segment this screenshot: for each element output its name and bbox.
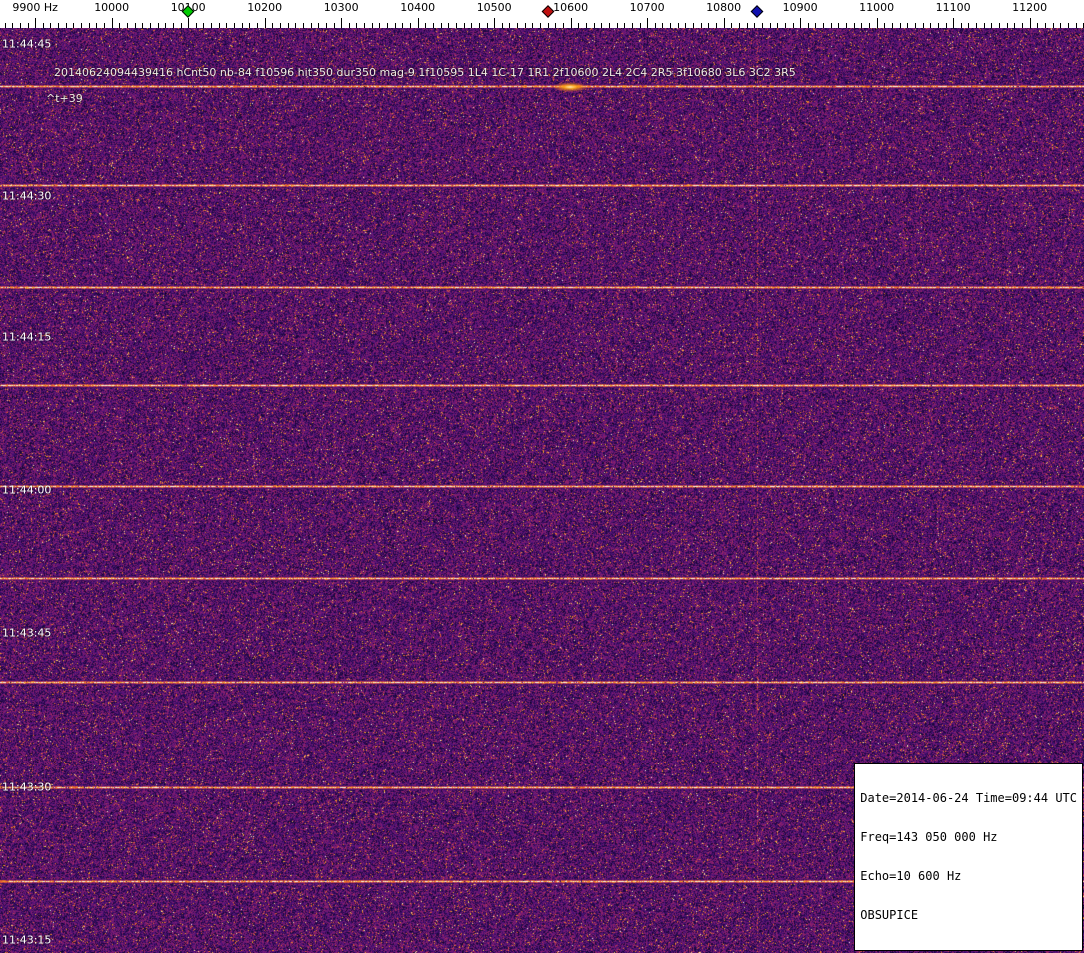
frequency-label: 10800 [706, 1, 741, 14]
ruler-tick [341, 18, 342, 28]
frequency-label: 11200 [1012, 1, 1047, 14]
time-label: 11:43:45 [2, 626, 51, 639]
ruler-tick [265, 18, 266, 28]
time-label: 11:44:30 [2, 190, 51, 203]
time-label: 11:44:15 [2, 330, 51, 343]
frequency-label: 10900 [783, 1, 818, 14]
blue-diamond-marker [750, 5, 763, 18]
spectrogram-app-window: 9900 Hz100001010010200103001040010500106… [0, 0, 1084, 953]
info-box: Date=2014-06-24 Time=09:44 UTC Freq=143 … [854, 763, 1083, 951]
ruler-tick [724, 18, 725, 28]
frequency-label: 10400 [400, 1, 435, 14]
frequency-label: 10700 [630, 1, 665, 14]
event-annotation: 20140624094439416 hCnt50 nb-84 f10596 hi… [54, 66, 796, 79]
info-line-echo: Echo=10 600 Hz [860, 870, 1077, 883]
ruler-tick [953, 18, 954, 28]
info-line-station: OBSUPICE [860, 909, 1077, 922]
ruler-tick [188, 18, 189, 28]
time-label: 11:43:30 [2, 781, 51, 794]
frequency-label: 10200 [247, 1, 282, 14]
ruler-tick [571, 18, 572, 28]
ruler-tick [1030, 18, 1031, 28]
info-line-freq: Freq=143 050 000 Hz [860, 831, 1077, 844]
ruler-tick [877, 18, 878, 28]
ruler-tick [800, 18, 801, 28]
frequency-label: 11100 [936, 1, 971, 14]
time-label: 11:44:45 [2, 37, 51, 50]
frequency-label: 9900 Hz [12, 1, 58, 14]
ruler-tick [647, 18, 648, 28]
frequency-label: 10600 [553, 1, 588, 14]
frequency-label: 10300 [324, 1, 359, 14]
frequency-ruler: 9900 Hz100001010010200103001040010500106… [0, 0, 1084, 28]
info-line-date: Date=2014-06-24 Time=09:44 UTC [860, 792, 1077, 805]
frequency-label: 11000 [859, 1, 894, 14]
frequency-label: 10000 [94, 1, 129, 14]
ruler-tick [494, 18, 495, 28]
ruler-tick [35, 18, 36, 28]
time-label: 11:43:15 [2, 934, 51, 947]
time-offset-label: ^t+39 [46, 92, 83, 105]
ruler-tick [112, 18, 113, 28]
ruler-tick [418, 18, 419, 28]
frequency-label: 10500 [477, 1, 512, 14]
time-label: 11:44:00 [2, 483, 51, 496]
